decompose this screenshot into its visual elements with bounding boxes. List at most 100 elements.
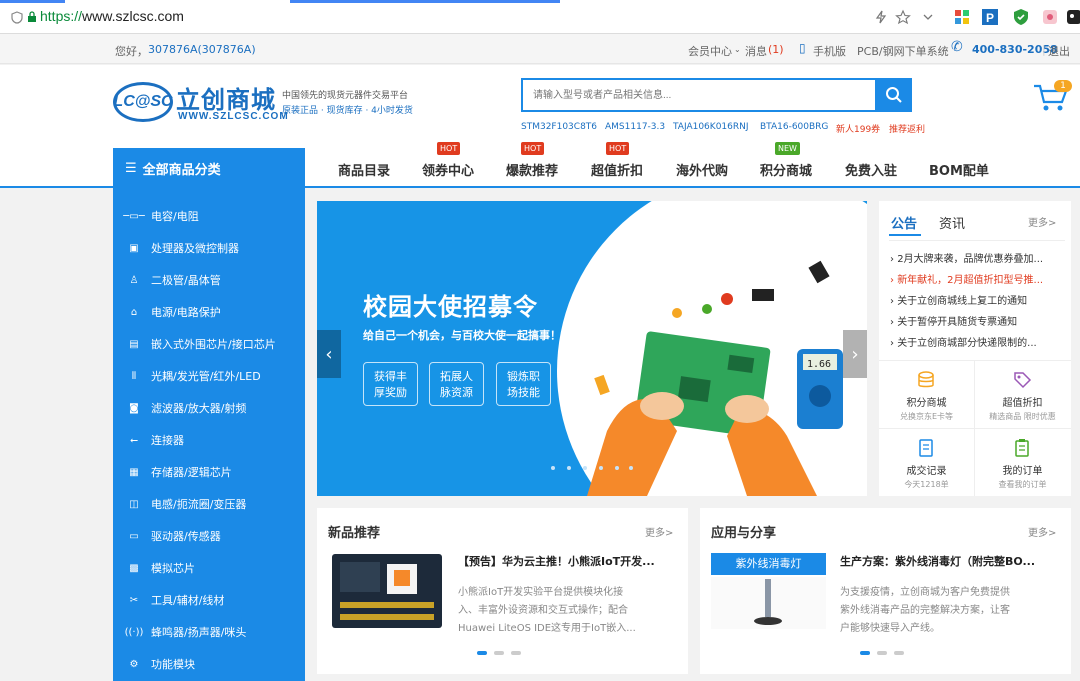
site-logo-text[interactable]: 立创商城 — [176, 80, 276, 115]
notice-item[interactable]: › 新年献礼，2月超值折扣型号推... — [890, 271, 1062, 286]
transactions-shortcut[interactable]: 成交记录 今天1218单 — [879, 430, 974, 496]
divider — [879, 428, 1071, 429]
divider: | — [1042, 43, 1046, 56]
nav-item-overseas[interactable]: 海外代购 — [676, 160, 728, 179]
pager-dot[interactable] — [894, 651, 904, 655]
pager-dot[interactable] — [877, 651, 887, 655]
search-button[interactable] — [876, 78, 912, 112]
site-logo[interactable]: LC@SC — [113, 82, 173, 122]
sidebar-item-optocouplers[interactable]: ⫴ 光耦/发光管/红外/LED — [113, 360, 305, 392]
svg-text:P: P — [986, 11, 994, 25]
search-input[interactable] — [523, 80, 875, 110]
discount-shortcut[interactable]: 超值折扣 精选商品 限时优惠 — [975, 362, 1070, 428]
nav-item-points-mall[interactable]: 积分商城 — [760, 160, 812, 179]
hot-word-link[interactable]: STM32F103C8T6 — [521, 122, 597, 132]
applications-pager[interactable] — [860, 651, 904, 655]
sidebar-item-drivers[interactable]: ▭ 驱动器/传感器 — [113, 520, 305, 552]
tab-notice[interactable]: 公告 — [891, 213, 917, 232]
hot-word-link[interactable]: 新人199券 — [836, 122, 880, 135]
security-shield-icon[interactable] — [1013, 9, 1029, 25]
banner-illustration: 1.66 — [551, 201, 867, 496]
new-product-title-link[interactable]: 【预告】华为云主推！小熊派IoT开发... — [458, 553, 655, 569]
application-title-link[interactable]: 生产方案：紫外线消毒灯（附完整BO... — [840, 553, 1035, 569]
member-center-menu[interactable]: 会员中心 — [688, 43, 732, 59]
all-categories-button[interactable]: ☰ 全部商品分类 — [113, 148, 305, 188]
points-mall-shortcut[interactable]: 积分商城 兑换京东E卡等 — [879, 362, 974, 428]
dev-board-image[interactable] — [332, 554, 442, 628]
tab-info[interactable]: 资讯 — [939, 213, 965, 232]
my-orders-shortcut[interactable]: 我的订单 查看我的订单 — [975, 430, 1070, 496]
banner-pill: 获得丰 厚奖励 — [363, 362, 418, 406]
sidebar-item-modules[interactable]: ⚙ 功能模块 — [113, 648, 305, 680]
hot-word-link[interactable]: AMS1117-3.3 — [605, 122, 665, 132]
shield-icon[interactable] — [10, 11, 24, 24]
pager-dot[interactable] — [511, 651, 521, 655]
diode-icon: ♙ — [129, 274, 139, 286]
url-input[interactable]: https://www.szlcsc.com — [40, 8, 184, 24]
new-product-description: 小熊派IoT开发实验平台提供模块化接 入、丰富外设资源和交互式操作；配合 Huawe… — [458, 587, 636, 634]
banner-next-button[interactable]: › — [843, 330, 867, 378]
sidebar-item-analog[interactable]: ▩ 模拟芯片 — [113, 552, 305, 584]
uv-lamp-image[interactable] — [711, 577, 826, 629]
applications-more-link[interactable]: 更多> — [1028, 524, 1056, 539]
nav-item-hot-deals[interactable]: 爆款推荐 — [506, 160, 558, 179]
sidebar-item-tools[interactable]: ✂ 工具/辅材/线材 — [113, 584, 305, 616]
nav-item-catalog[interactable]: 商品目录 — [338, 160, 390, 179]
logout-link[interactable]: 退出 — [1048, 43, 1070, 59]
lightning-icon[interactable] — [873, 9, 889, 25]
nav-item-coupons[interactable]: 领券中心 — [422, 160, 474, 179]
sidebar-item-inductors[interactable]: ◫ 电感/扼流圈/变压器 — [113, 488, 305, 520]
pager-dot[interactable] — [860, 651, 870, 655]
search-box — [521, 78, 877, 112]
notice-more-link[interactable]: 更多> — [1028, 214, 1056, 229]
star-icon[interactable] — [895, 9, 911, 25]
notice-item[interactable]: › 关于立创商城部分快递限制的... — [890, 334, 1062, 349]
pager-dot[interactable] — [494, 651, 504, 655]
windows-icon[interactable] — [954, 9, 970, 25]
hot-word-link[interactable]: BTA16-600BRG — [760, 122, 828, 132]
sidebar-item-filters[interactable]: ◙ 滤波器/放大器/射频 — [113, 392, 305, 424]
banner-prev-button[interactable]: ‹ — [317, 330, 341, 378]
new-badge: NEW — [775, 142, 800, 155]
tools-icon: ✂ — [129, 594, 139, 606]
notice-item[interactable]: › 2月大牌来袭，品牌优惠券叠加... — [890, 250, 1062, 265]
extension-icon[interactable] — [1042, 9, 1058, 25]
hot-word-link[interactable]: TAJA106K016RNJ — [673, 122, 749, 132]
pcb-order-link[interactable]: PCB/钢网下单系统 — [857, 43, 949, 59]
phone-icon: ✆ — [951, 39, 963, 55]
hot-badge: HOT — [521, 142, 545, 155]
cart-button[interactable]: 1 — [1032, 80, 1072, 114]
chip-icon: ▣ — [129, 242, 139, 254]
sidebar-item-capacitors[interactable]: ─▭─ 电容/电阻 — [113, 200, 305, 232]
hot-word-link[interactable]: 推荐返利 — [889, 122, 925, 135]
username-link[interactable]: 307876A(307876A) — [148, 43, 256, 56]
notice-item[interactable]: › 关于立创商城线上复工的通知 — [890, 292, 1062, 307]
nav-item-bom[interactable]: BOM配单 — [929, 160, 989, 179]
pager-dot[interactable] — [477, 651, 487, 655]
promo-banner[interactable]: 1.66 — [317, 201, 867, 496]
chevron-down-icon[interactable] — [920, 9, 936, 25]
sidebar-item-connectors[interactable]: ⭠ 连接器 — [113, 424, 305, 456]
messages-link[interactable]: 消息 — [745, 43, 767, 59]
sidebar-item-buzzers[interactable]: ((·)) 蜂鸣器/扬声器/咪头 — [113, 616, 305, 648]
extension-icon[interactable] — [1066, 9, 1080, 25]
nav-item-discounts[interactable]: 超值折扣 — [591, 160, 643, 179]
sidebar-item-embedded[interactable]: ▤ 嵌入式外围芯片/接口芯片 — [113, 328, 305, 360]
nav-item-free-join[interactable]: 免费入驻 — [845, 160, 897, 179]
inductor-icon: ◫ — [129, 498, 139, 510]
sidebar-item-processors[interactable]: ▣ 处理器及微控制器 — [113, 232, 305, 264]
sidebar-item-diodes[interactable]: ♙ 二极管/晶体管 — [113, 264, 305, 296]
tab-underline — [889, 234, 921, 236]
new-products-more-link[interactable]: 更多> — [645, 524, 673, 539]
mobile-version-link[interactable]: 手机版 — [813, 43, 846, 59]
parking-icon[interactable]: P — [982, 9, 998, 25]
new-products-pager[interactable] — [477, 651, 521, 655]
module-icon: ⚙ — [129, 658, 139, 670]
notice-item[interactable]: › 关于暂停开具随货专票通知 — [890, 313, 1062, 328]
sidebar-item-memory[interactable]: ▦ 存储器/逻辑芯片 — [113, 456, 305, 488]
power-icon: ⌂ — [130, 306, 138, 318]
sidebar-item-power[interactable]: ⌂ 电源/电路保护 — [113, 296, 305, 328]
divider — [889, 240, 1065, 241]
filter-icon: ◙ — [129, 402, 139, 414]
chevron-down-icon: ⌄ — [734, 45, 741, 54]
